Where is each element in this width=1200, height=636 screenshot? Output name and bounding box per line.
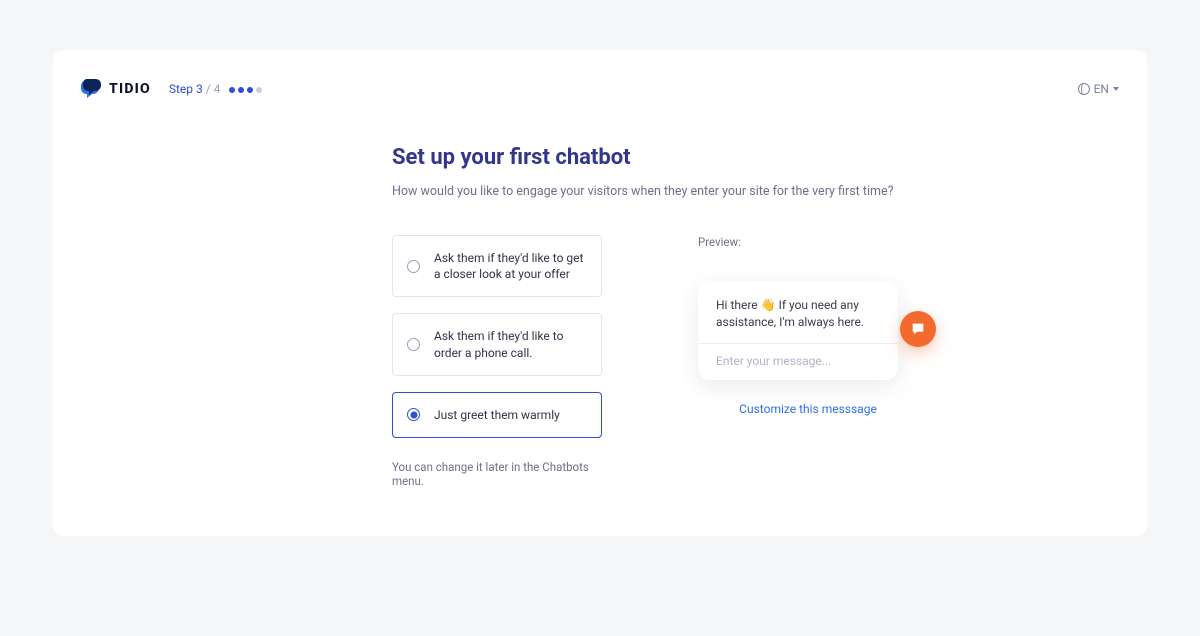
step-total: / 4	[206, 82, 221, 96]
page-title: Set up your first chatbot	[392, 145, 1147, 170]
option-greet-warmly[interactable]: Just greet them warmly	[392, 392, 602, 438]
customize-link[interactable]: Customize this messsage	[739, 402, 877, 416]
progress-dot	[238, 87, 244, 93]
option-offer[interactable]: Ask them if they'd like to get a closer …	[392, 235, 602, 297]
logo[interactable]: TIDIO	[81, 79, 151, 99]
preview-label: Preview:	[698, 235, 918, 249]
chat-preview: Hi there 👋 If you need any assistance, I…	[698, 281, 918, 380]
step-indicator: Step 3 / 4	[169, 82, 263, 96]
columns: Ask them if they'd like to get a closer …	[392, 235, 1147, 488]
brand-name: TIDIO	[109, 81, 151, 97]
option-label: Ask them if they'd like to order a phone…	[434, 328, 587, 360]
chat-widget: Hi there 👋 If you need any assistance, I…	[698, 281, 898, 380]
customize-wrap: Customize this messsage	[698, 398, 918, 417]
page-subtitle: How would you like to engage your visito…	[392, 184, 1147, 199]
options-list: Ask them if they'd like to get a closer …	[392, 235, 602, 488]
option-phone-call[interactable]: Ask them if they'd like to order a phone…	[392, 313, 602, 375]
chat-message: Hi there 👋 If you need any assistance, I…	[716, 297, 880, 343]
progress-dots	[229, 87, 262, 93]
chat-launcher-button[interactable]	[900, 311, 936, 347]
radio-icon	[407, 408, 420, 421]
divider	[698, 343, 898, 344]
chat-input[interactable]: Enter your message...	[716, 354, 880, 368]
chat-icon	[910, 321, 926, 337]
option-label: Just greet them warmly	[434, 407, 560, 423]
progress-dot	[247, 87, 253, 93]
globe-icon	[1078, 83, 1090, 95]
radio-icon	[407, 338, 420, 351]
logo-icon	[81, 79, 103, 99]
language-label: EN	[1094, 82, 1109, 96]
main-content: Set up your first chatbot How would you …	[392, 100, 1147, 488]
preview-column: Preview: Hi there 👋 If you need any assi…	[698, 235, 918, 488]
radio-icon	[407, 260, 420, 273]
header-bar: TIDIO Step 3 / 4 EN	[53, 50, 1147, 100]
footnote: You can change it later in the Chatbots …	[392, 460, 602, 488]
onboarding-card: TIDIO Step 3 / 4 EN Set up your first ch…	[53, 50, 1147, 536]
language-selector[interactable]: EN	[1078, 82, 1119, 96]
step-current: Step 3	[169, 82, 203, 96]
progress-dot	[229, 87, 235, 93]
progress-dot	[256, 87, 262, 93]
option-label: Ask them if they'd like to get a closer …	[434, 250, 587, 282]
chevron-down-icon	[1113, 87, 1119, 91]
